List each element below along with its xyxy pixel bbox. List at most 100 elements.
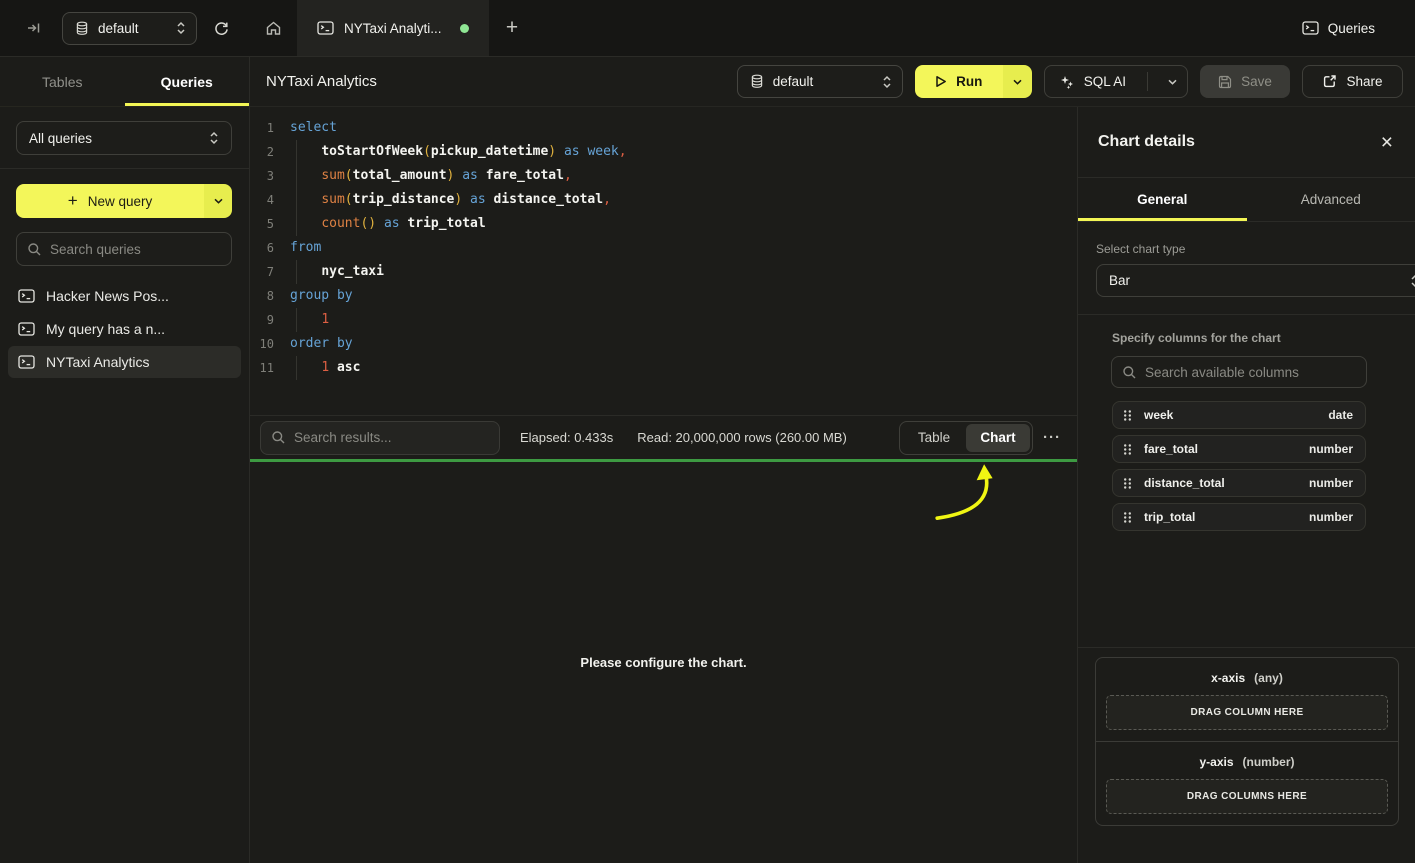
drag-handle-icon[interactable] xyxy=(1123,443,1132,456)
topbar: default xyxy=(0,0,1415,57)
panel-tab-general[interactable]: General xyxy=(1078,178,1247,221)
indent-guide xyxy=(296,140,297,164)
sidebar-tab-tables[interactable]: Tables xyxy=(0,57,125,106)
sidebar-tab-queries[interactable]: Queries xyxy=(125,57,250,106)
app-root: default xyxy=(0,0,1415,863)
column-name: week xyxy=(1144,408,1173,422)
refresh-icon xyxy=(213,20,230,37)
sparkles-icon xyxy=(1059,74,1075,90)
workspace: 1select2 toStartOfWeek(pickup_datetime) … xyxy=(250,107,1078,863)
y-axis-dropzone-label: DRAG COLUMNS HERE xyxy=(1187,791,1307,802)
y-axis-header: y-axis (number) xyxy=(1106,755,1388,769)
x-axis-header: x-axis (any) xyxy=(1106,671,1388,685)
column-type: date xyxy=(1328,408,1353,422)
query-list-item[interactable]: My query has a n... xyxy=(8,313,241,345)
plus-icon: + xyxy=(68,191,78,211)
sidebar: Tables Queries All queries + New quer xyxy=(0,57,250,863)
line-number: 5 xyxy=(250,212,274,236)
tab-nytaxi-analytics[interactable]: NYTaxi Analyti... xyxy=(297,0,489,56)
query-item-label: Hacker News Pos... xyxy=(46,288,169,304)
search-icon xyxy=(271,430,286,445)
shell: Tables Queries All queries + New quer xyxy=(0,57,1415,863)
editor-database-value: default xyxy=(773,74,873,89)
x-axis-label: x-axis xyxy=(1211,671,1245,685)
query-title: NYTaxi Analytics xyxy=(266,73,377,90)
results-more-button[interactable]: ··· xyxy=(1043,429,1061,446)
main-body: 1select2 toStartOfWeek(pickup_datetime) … xyxy=(250,107,1415,863)
new-query-split-button: + New query xyxy=(16,184,232,218)
new-query-button[interactable]: + New query xyxy=(16,184,204,218)
share-button[interactable]: Share xyxy=(1302,65,1403,98)
close-panel-button[interactable]: × xyxy=(1381,132,1393,153)
tab-label: NYTaxi Analyti... xyxy=(344,21,442,36)
query-item-label: My query has a n... xyxy=(46,321,165,337)
play-icon xyxy=(935,75,947,88)
chart-placeholder-text: Please configure the chart. xyxy=(250,655,1077,670)
save-icon xyxy=(1218,75,1232,89)
columns-search-input[interactable] xyxy=(1145,365,1356,380)
view-toggle-table[interactable]: Table xyxy=(902,424,966,452)
chart-type-select[interactable]: Bar xyxy=(1096,264,1415,297)
sql-ai-button[interactable]: SQL AI xyxy=(1044,65,1188,98)
column-row-distance-total[interactable]: distance_total number xyxy=(1112,469,1366,497)
drag-handle-icon[interactable] xyxy=(1123,511,1132,524)
run-button[interactable]: Run xyxy=(915,65,1003,98)
indent-guide xyxy=(296,164,297,188)
column-type: number xyxy=(1309,510,1353,524)
code-line: 5 count() as trip_total xyxy=(250,212,1077,236)
query-item-label: NYTaxi Analytics xyxy=(46,354,149,370)
query-filter-select[interactable]: All queries xyxy=(16,121,232,155)
panel-tab-advanced[interactable]: Advanced xyxy=(1247,178,1415,221)
new-query-caret-button[interactable] xyxy=(204,184,232,218)
editor-database-select[interactable]: default xyxy=(737,65,903,98)
save-label: Save xyxy=(1241,74,1272,89)
line-number: 9 xyxy=(250,308,274,332)
query-terminal-icon xyxy=(18,355,35,369)
results-search-input[interactable] xyxy=(294,430,489,445)
search-icon xyxy=(27,242,42,257)
y-axis-dropzone[interactable]: DRAG COLUMNS HERE xyxy=(1106,779,1388,814)
columns-search xyxy=(1111,356,1367,388)
indent-guide xyxy=(296,212,297,236)
chevron-up-down-icon xyxy=(882,75,892,89)
panel-header: Chart details × xyxy=(1078,107,1415,178)
new-tab-button[interactable]: + xyxy=(489,0,536,56)
x-axis-dropzone-label: DRAG COLUMN HERE xyxy=(1190,707,1303,718)
chart-type-value: Bar xyxy=(1109,273,1401,288)
query-terminal-icon xyxy=(18,289,35,303)
panel-tabs: General Advanced xyxy=(1078,178,1415,222)
column-row-trip-total[interactable]: trip_total number xyxy=(1112,503,1366,531)
drag-handle-icon[interactable] xyxy=(1123,409,1132,422)
x-axis-dropzone[interactable]: DRAG COLUMN HERE xyxy=(1106,695,1388,730)
save-button[interactable]: Save xyxy=(1200,65,1290,98)
x-axis-section: x-axis (any) DRAG COLUMN HERE xyxy=(1096,658,1398,741)
drag-handle-icon[interactable] xyxy=(1123,477,1132,490)
column-row-fare-total[interactable]: fare_total number xyxy=(1112,435,1366,463)
sql-editor[interactable]: 1select2 toStartOfWeek(pickup_datetime) … xyxy=(250,107,1077,415)
columns-section-label: Specify columns for the chart xyxy=(1112,331,1397,345)
query-list-item-active[interactable]: NYTaxi Analytics xyxy=(8,346,241,378)
indent-guide xyxy=(296,188,297,212)
indent-guide xyxy=(296,260,297,284)
indent-guide xyxy=(296,308,297,332)
column-row-week[interactable]: week date xyxy=(1112,401,1366,429)
button-divider xyxy=(1147,72,1148,91)
query-search-input[interactable] xyxy=(50,242,221,257)
code-line: 1select xyxy=(250,116,1077,140)
query-list-item[interactable]: Hacker News Pos... xyxy=(8,280,241,312)
chevron-down-icon xyxy=(1013,79,1022,85)
run-caret-button[interactable] xyxy=(1003,65,1032,98)
query-terminal-icon xyxy=(317,21,334,35)
topbar-database-select[interactable]: default xyxy=(62,12,197,45)
unsaved-changes-dot xyxy=(460,24,469,33)
results-toolbar: Elapsed: 0.433s Read: 20,000,000 rows (2… xyxy=(250,415,1077,459)
home-button[interactable] xyxy=(250,0,297,56)
column-name: fare_total xyxy=(1144,442,1198,456)
view-toggle-chart[interactable]: Chart xyxy=(966,424,1030,452)
queries-nav-button[interactable]: Queries xyxy=(1302,21,1375,36)
topbar-database-value: default xyxy=(98,21,167,36)
refresh-button[interactable] xyxy=(207,14,236,43)
collapse-sidebar-button[interactable] xyxy=(20,14,48,42)
topbar-left: default xyxy=(0,0,250,56)
line-number: 10 xyxy=(250,332,274,356)
